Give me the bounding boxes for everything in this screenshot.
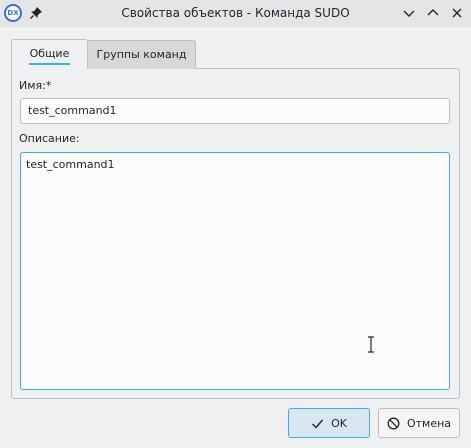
- cancel-button-label: Отмена: [406, 416, 452, 430]
- checkmark-icon: [311, 417, 324, 430]
- maximize-chevron-icon[interactable]: [425, 5, 441, 21]
- text-cursor-icon: [367, 336, 375, 353]
- tab-command-groups-label: Группы команд: [96, 48, 187, 61]
- tab-command-groups[interactable]: Группы команд: [88, 40, 196, 69]
- ok-button[interactable]: OK: [288, 408, 370, 438]
- tab-general-label: Общие: [29, 47, 70, 60]
- name-input[interactable]: test_command1: [20, 98, 450, 124]
- active-tab-indicator: [29, 63, 70, 65]
- title-bar: DX Свойства объектов - Команда SUDO: [0, 0, 471, 27]
- name-label: Имя:*: [19, 79, 52, 92]
- tab-general[interactable]: Общие: [11, 39, 88, 69]
- description-label: Описание:: [19, 132, 80, 145]
- close-icon[interactable]: [449, 5, 465, 21]
- minimize-chevron-icon[interactable]: [401, 5, 417, 21]
- cancel-icon: [387, 417, 400, 430]
- description-textarea[interactable]: test_command1: [20, 152, 450, 390]
- ok-button-label: OK: [331, 416, 347, 430]
- cancel-button[interactable]: Отмена: [378, 408, 460, 438]
